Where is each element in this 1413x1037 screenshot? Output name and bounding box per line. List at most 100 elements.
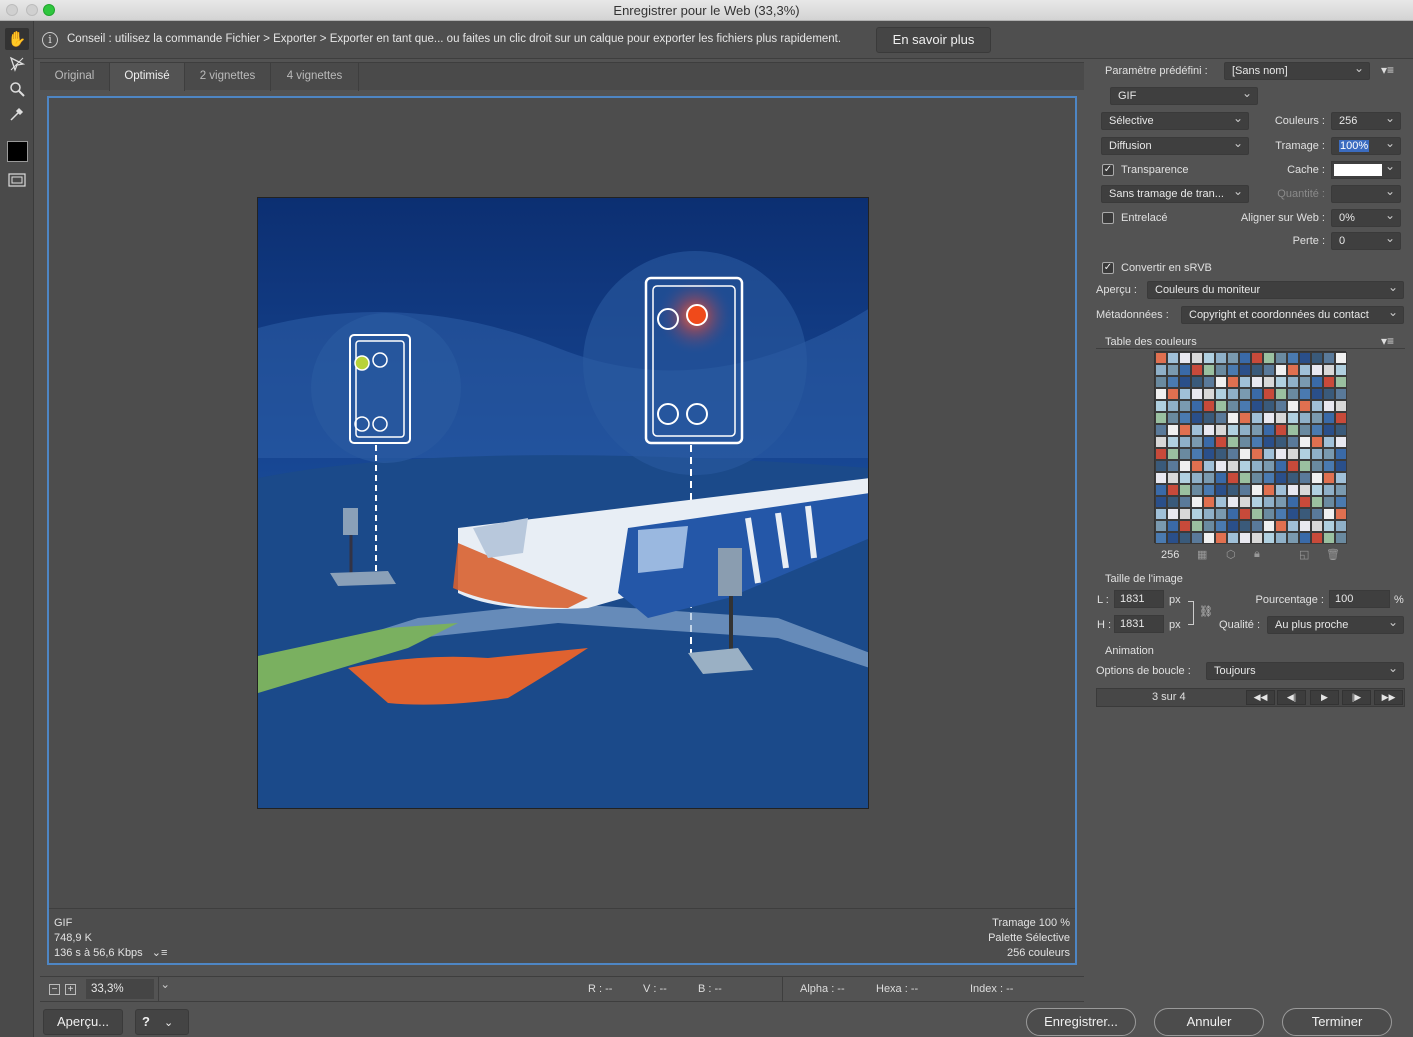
- learn-more-button[interactable]: En savoir plus: [876, 27, 991, 53]
- color-swatch[interactable]: [1179, 400, 1191, 412]
- color-table-menu-icon[interactable]: ▾≡: [1381, 334, 1394, 348]
- color-swatch[interactable]: [1191, 484, 1203, 496]
- color-swatch[interactable]: [1335, 508, 1347, 520]
- color-swatch[interactable]: [1311, 436, 1323, 448]
- color-swatch[interactable]: [1191, 424, 1203, 436]
- link-chain-icon[interactable]: ⛓︎: [1199, 605, 1213, 618]
- color-swatch[interactable]: [1167, 496, 1179, 508]
- color-swatch[interactable]: [1167, 436, 1179, 448]
- color-swatch[interactable]: [1263, 424, 1275, 436]
- color-swatch[interactable]: [1299, 412, 1311, 424]
- color-swatch[interactable]: [1287, 352, 1299, 364]
- color-swatch[interactable]: [1239, 460, 1251, 472]
- color-swatch[interactable]: [1335, 472, 1347, 484]
- color-swatch[interactable]: [1323, 412, 1335, 424]
- color-swatch[interactable]: [1335, 436, 1347, 448]
- color-swatch[interactable]: [1215, 352, 1227, 364]
- color-swatch[interactable]: [1215, 436, 1227, 448]
- color-swatch[interactable]: [1335, 460, 1347, 472]
- color-swatch[interactable]: [1251, 496, 1263, 508]
- color-swatch[interactable]: [1191, 520, 1203, 532]
- color-swatch[interactable]: [1311, 460, 1323, 472]
- color-swatch[interactable]: [1275, 460, 1287, 472]
- color-swatch[interactable]: [1179, 436, 1191, 448]
- tab-original[interactable]: Original: [40, 63, 110, 91]
- preview-button[interactable]: Aperçu...: [43, 1009, 123, 1035]
- color-swatch[interactable]: [1155, 472, 1167, 484]
- colors-select[interactable]: 256: [1331, 112, 1401, 130]
- color-swatch[interactable]: [1215, 484, 1227, 496]
- color-swatch[interactable]: [1251, 412, 1263, 424]
- color-swatch[interactable]: [1335, 352, 1347, 364]
- color-swatch[interactable]: [1251, 436, 1263, 448]
- color-swatch[interactable]: [1227, 520, 1239, 532]
- color-swatch[interactable]: [1155, 532, 1167, 544]
- quality-select[interactable]: Au plus proche: [1267, 616, 1404, 634]
- color-swatch[interactable]: [1287, 496, 1299, 508]
- color-swatch[interactable]: [1299, 400, 1311, 412]
- color-swatch[interactable]: [1215, 376, 1227, 388]
- color-swatch[interactable]: [1203, 460, 1215, 472]
- color-swatch[interactable]: [1215, 520, 1227, 532]
- color-swatch[interactable]: [1203, 496, 1215, 508]
- color-swatch[interactable]: [1263, 448, 1275, 460]
- color-swatch[interactable]: [1275, 508, 1287, 520]
- color-swatch[interactable]: [1203, 424, 1215, 436]
- next-frame-icon[interactable]: |▶: [1342, 690, 1371, 705]
- color-swatch[interactable]: [1167, 364, 1179, 376]
- color-swatch[interactable]: [1227, 460, 1239, 472]
- color-swatch[interactable]: [1287, 424, 1299, 436]
- color-swatch[interactable]: [1167, 412, 1179, 424]
- color-swatch[interactable]: [1323, 352, 1335, 364]
- color-swatch[interactable]: [1335, 400, 1347, 412]
- color-swatch[interactable]: [1179, 412, 1191, 424]
- color-swatch[interactable]: [1335, 484, 1347, 496]
- color-swatch[interactable]: [1239, 520, 1251, 532]
- color-swatch[interactable]: [1155, 424, 1167, 436]
- color-swatch[interactable]: [1167, 508, 1179, 520]
- color-table-grid[interactable]: [1154, 351, 1347, 544]
- color-swatch[interactable]: [1251, 400, 1263, 412]
- color-swatch[interactable]: [1227, 532, 1239, 544]
- color-swatch[interactable]: [1299, 508, 1311, 520]
- percent-input[interactable]: 100: [1329, 590, 1390, 608]
- zoom-in-icon[interactable]: +: [65, 984, 76, 995]
- color-swatch[interactable]: [1311, 364, 1323, 376]
- color-swatch[interactable]: [1191, 412, 1203, 424]
- color-swatch[interactable]: [1263, 508, 1275, 520]
- color-swatch[interactable]: [1275, 472, 1287, 484]
- color-swatch[interactable]: [1275, 436, 1287, 448]
- color-swatch[interactable]: [1227, 352, 1239, 364]
- color-swatch[interactable]: [1215, 496, 1227, 508]
- color-swatch[interactable]: [1251, 460, 1263, 472]
- color-swatch[interactable]: [1239, 532, 1251, 544]
- color-swatch[interactable]: [1227, 436, 1239, 448]
- color-swatch[interactable]: [1215, 448, 1227, 460]
- color-swatch[interactable]: [1227, 412, 1239, 424]
- color-swatch[interactable]: [1155, 460, 1167, 472]
- color-swatch[interactable]: [1275, 484, 1287, 496]
- color-swatch[interactable]: [1203, 436, 1215, 448]
- color-swatch[interactable]: [1191, 352, 1203, 364]
- color-swatch[interactable]: [1263, 484, 1275, 496]
- color-swatch[interactable]: [1167, 424, 1179, 436]
- color-swatch[interactable]: [1323, 520, 1335, 532]
- eyedropper-color-swatch[interactable]: [7, 141, 28, 162]
- transparency-checkbox[interactable]: ✓: [1102, 164, 1114, 176]
- color-swatch[interactable]: [1287, 388, 1299, 400]
- color-swatch[interactable]: [1287, 460, 1299, 472]
- color-swatch[interactable]: [1155, 364, 1167, 376]
- color-swatch[interactable]: [1155, 496, 1167, 508]
- color-swatch[interactable]: [1251, 364, 1263, 376]
- color-swatch[interactable]: [1323, 532, 1335, 544]
- color-swatch[interactable]: [1263, 364, 1275, 376]
- color-swatch[interactable]: [1311, 520, 1323, 532]
- color-swatch[interactable]: [1167, 532, 1179, 544]
- color-swatch[interactable]: [1215, 508, 1227, 520]
- color-swatch[interactable]: [1167, 400, 1179, 412]
- color-swatch[interactable]: [1167, 352, 1179, 364]
- file-format-select[interactable]: GIF: [1110, 87, 1258, 105]
- color-swatch[interactable]: [1239, 388, 1251, 400]
- color-swatch[interactable]: [1203, 364, 1215, 376]
- color-swatch[interactable]: [1203, 520, 1215, 532]
